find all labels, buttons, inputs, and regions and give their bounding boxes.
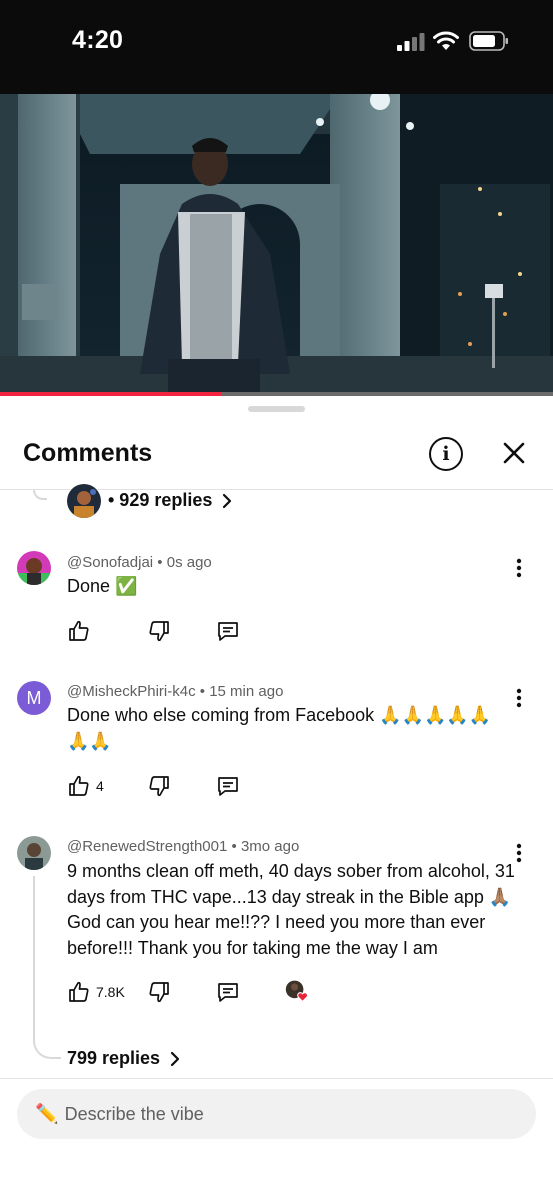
status-time: 4:20 — [72, 26, 124, 54]
reply-avatar — [67, 484, 101, 518]
avatar[interactable]: M — [17, 681, 51, 715]
info-icon: i — [442, 443, 450, 465]
more-options-icon[interactable] — [511, 842, 527, 864]
thumbs-down-icon — [149, 982, 169, 1003]
reply-icon — [218, 983, 238, 1002]
comment-author[interactable]: @Sonofadjai — [67, 554, 153, 571]
comment-text: Done ✅ — [67, 576, 138, 596]
comment-author[interactable]: @RenewedStrength001 — [67, 838, 227, 855]
more-options-icon[interactable] — [511, 687, 527, 709]
dislike-button[interactable] — [147, 619, 171, 643]
comments-sheet: Comments i • 929 replies @Sonofadjai • 0… — [0, 396, 553, 1200]
thumbs-up-icon — [69, 981, 89, 1002]
video-player[interactable] — [0, 94, 553, 392]
meta-separator: • — [231, 838, 237, 855]
like-count: 4 — [96, 778, 104, 794]
thumbs-down-icon — [149, 621, 169, 642]
thread-line — [33, 876, 35, 1036]
thread-connector — [33, 1031, 61, 1059]
thread-connector — [33, 490, 47, 500]
comment-meta: @Sonofadjai • 0s ago — [67, 554, 212, 571]
comment-meta: @RenewedStrength001 • 3mo ago — [67, 838, 299, 855]
like-count: 7.8K — [96, 984, 125, 1000]
info-button[interactable]: i — [429, 437, 463, 471]
comment-age: 15 min ago — [209, 683, 284, 700]
view-replies-button[interactable]: 799 replies — [67, 1048, 180, 1069]
pencil-icon: ✏️ — [35, 1104, 59, 1125]
comment-input-bar[interactable]: ✏️ — [17, 1089, 536, 1139]
chevron-right-icon — [223, 493, 232, 508]
comment-text: 9 months clean off meth, 40 days sober f… — [67, 861, 515, 958]
reply-button[interactable] — [216, 774, 240, 798]
creator-heart-icon — [285, 980, 308, 1003]
dislike-button[interactable] — [147, 980, 171, 1004]
reply-icon — [218, 777, 238, 796]
wifi-icon — [433, 31, 459, 50]
avatar-letter: M — [26, 687, 42, 708]
replies-count: • 929 replies — [108, 490, 213, 510]
meta-separator: • — [157, 554, 163, 571]
comment-meta: @MisheckPhiri-k4c • 15 min ago — [67, 683, 283, 700]
thumbs-up-icon — [69, 775, 89, 796]
reply-icon — [218, 622, 238, 641]
battery-icon — [469, 31, 508, 51]
creator-heart — [285, 979, 309, 1003]
comments-title: Comments — [23, 439, 153, 467]
reply-button[interactable] — [216, 619, 240, 643]
comment-author[interactable]: @MisheckPhiri-k4c — [67, 683, 196, 700]
like-button[interactable]: 7.8K — [67, 980, 125, 1004]
replies-count: 799 replies — [67, 1048, 161, 1068]
comment-age: 3mo ago — [240, 838, 300, 855]
comment-age: 0s ago — [166, 554, 212, 571]
drag-handle[interactable] — [248, 406, 305, 412]
input-divider — [0, 1078, 553, 1079]
video-frame-image — [0, 94, 553, 392]
reply-button[interactable] — [216, 980, 240, 1004]
close-icon[interactable] — [499, 438, 529, 468]
status-bar: 4:20 — [0, 0, 553, 94]
view-replies-button[interactable]: • 929 replies — [108, 490, 232, 511]
thumbs-down-icon — [149, 776, 169, 797]
comment-input[interactable] — [64, 1103, 525, 1125]
like-button[interactable]: 4 — [67, 774, 104, 798]
avatar[interactable] — [17, 836, 51, 870]
like-button[interactable] — [67, 619, 96, 643]
chevron-right-icon — [170, 1051, 180, 1066]
thumbs-up-icon — [69, 620, 89, 641]
dislike-button[interactable] — [147, 774, 171, 798]
comment-text: Done who else coming from Facebook 🙏🙏🙏🙏🙏… — [67, 705, 492, 751]
more-options-icon[interactable] — [511, 557, 527, 579]
cellular-signal-icon — [397, 33, 425, 51]
avatar[interactable] — [17, 551, 51, 585]
meta-separator: • — [199, 683, 206, 700]
